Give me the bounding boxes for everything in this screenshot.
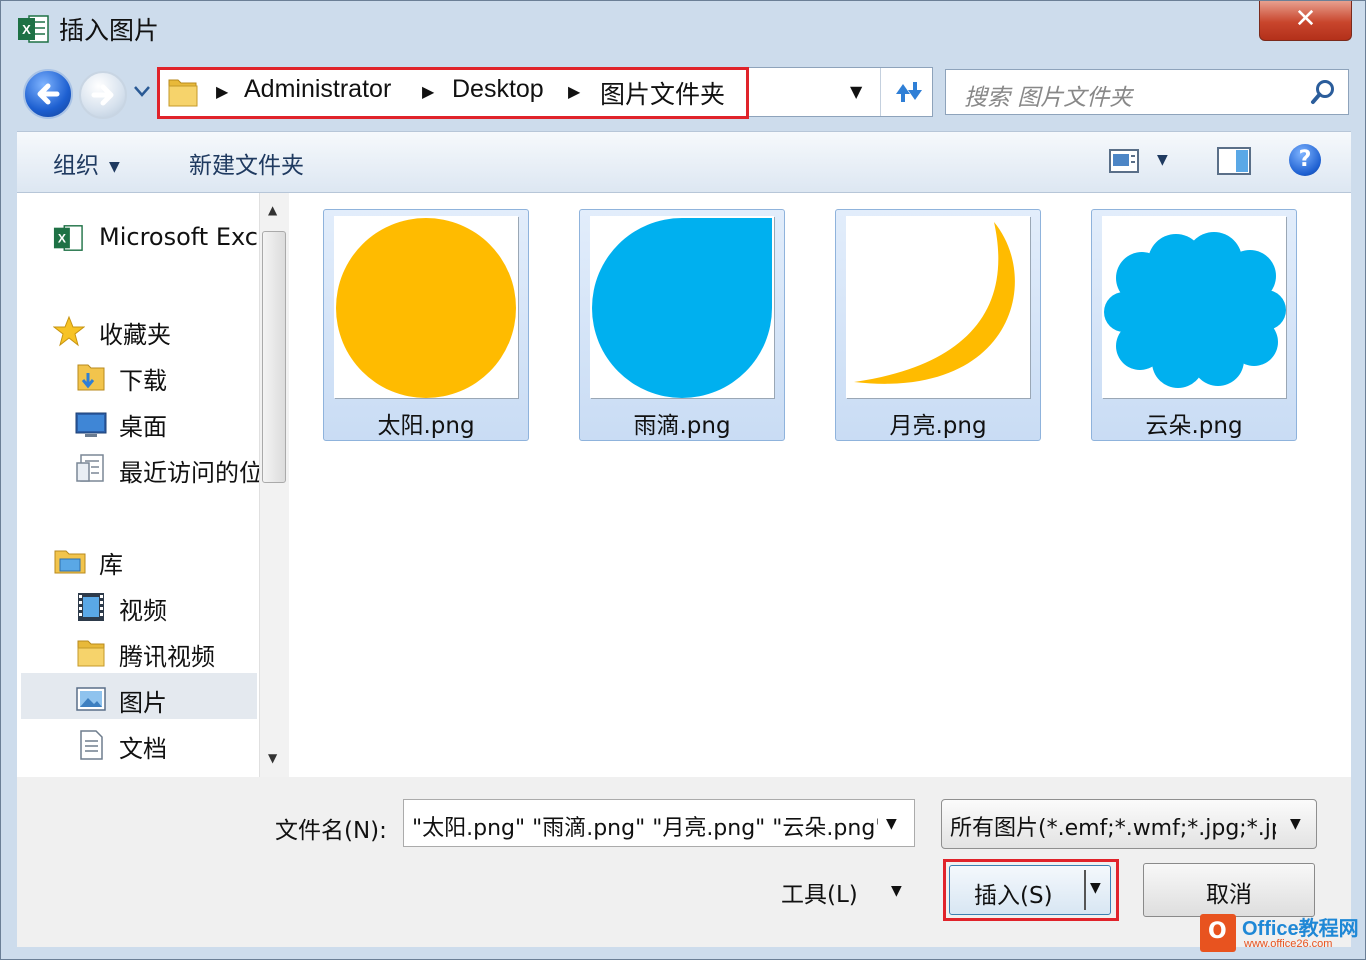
sidebar-item-label: 文档 <box>119 735 167 763</box>
back-button[interactable] <box>23 69 73 119</box>
refresh-icon[interactable] <box>892 78 926 106</box>
chevron-down-icon: ▼ <box>1290 816 1301 832</box>
search-icon[interactable] <box>1310 78 1336 106</box>
title-bar: X 插入图片 ✕ <box>1 1 1366 61</box>
recent-places-icon <box>76 454 104 482</box>
filename-label: 文件名(N): <box>275 818 387 844</box>
window-title: 插入图片 <box>59 16 160 45</box>
watermark-logo: O Office教程网 www.office26.com <box>1200 910 1366 960</box>
sun-image <box>336 218 516 398</box>
pictures-library-icon <box>76 687 106 711</box>
file-item[interactable]: 云朵.png <box>1091 209 1297 441</box>
sidebar-item-label: 图片 <box>119 689 167 717</box>
watermark-url: www.office26.com <box>1244 938 1333 950</box>
excel-icon: X <box>53 225 83 251</box>
new-folder-button[interactable]: 新建文件夹 <box>189 146 304 180</box>
file-list: 太阳.png 雨滴.png 月亮.png 云朵.png <box>289 193 1351 777</box>
excel-icon: X <box>18 15 49 43</box>
address-divider <box>880 68 881 116</box>
organize-label: 组织 <box>53 153 99 179</box>
video-library-icon <box>78 593 104 621</box>
recent-locations-dropdown-icon[interactable] <box>133 85 151 97</box>
file-thumbnail <box>846 216 1030 398</box>
file-item[interactable]: 太阳.png <box>323 209 529 441</box>
sidebar-item-label: 桌面 <box>119 413 167 441</box>
address-highlight-box <box>157 67 749 119</box>
file-name: 雨滴.png <box>633 413 731 439</box>
sidebar-item-label: 下载 <box>119 367 167 395</box>
search-placeholder: 搜索 图片文件夹 <box>964 85 1133 111</box>
sidebar-item-label: Microsoft Exc <box>99 223 258 251</box>
file-name: 月亮.png <box>889 413 987 439</box>
cancel-label: 取消 <box>1206 882 1252 908</box>
file-thumbnail <box>590 216 774 398</box>
documents-library-icon <box>80 730 103 760</box>
sidebar-item-desktop[interactable]: 桌面 <box>75 401 259 445</box>
star-icon <box>53 315 85 347</box>
sidebar-item-label: 收藏夹 <box>99 321 171 349</box>
forward-button[interactable] <box>79 71 127 119</box>
navigation-scrollbar[interactable]: ▲ ▼ <box>259 193 289 777</box>
search-input[interactable]: 搜索 图片文件夹 <box>945 69 1349 115</box>
help-button[interactable]: ? <box>1289 144 1321 176</box>
file-type-select[interactable]: 所有图片(*.emf;*.wmf;*.jpg;*.jpeg;*.png) ▼ <box>941 799 1317 849</box>
command-toolbar: 组织 ▼ 新建文件夹 ▼ ? <box>17 131 1351 193</box>
back-arrow-icon <box>37 83 60 105</box>
file-thumbnail <box>1102 216 1286 398</box>
chevron-down-icon[interactable]: ▼ <box>886 816 897 832</box>
sidebar-item-label: 视频 <box>119 597 167 625</box>
sidebar-item-documents[interactable]: 文档 <box>75 723 259 767</box>
raindrop-image <box>592 218 772 398</box>
insert-picture-dialog: X 插入图片 ✕ ▶ Administrator ▶ Desktop ▶ 图片文… <box>0 0 1366 960</box>
folder-icon <box>77 640 105 667</box>
library-icon <box>54 550 86 574</box>
svg-text:X: X <box>58 232 67 246</box>
address-history-dropdown-icon[interactable]: ▼ <box>850 82 862 101</box>
sidebar-item-pictures[interactable]: 图片 <box>75 677 255 721</box>
file-type-value: 所有图片(*.emf;*.wmf;*.jpg;*.jpeg;*.png) <box>950 816 1276 841</box>
watermark-brand: Office教程网 <box>1242 918 1359 940</box>
file-item[interactable]: 雨滴.png <box>579 209 785 441</box>
moon-image <box>854 222 1015 384</box>
scroll-down-icon[interactable]: ▼ <box>268 751 277 765</box>
sidebar-item-label: 腾讯视频 <box>119 643 215 671</box>
chevron-down-icon: ▼ <box>109 158 120 175</box>
organize-menu-button[interactable]: 组织 ▼ <box>53 146 120 180</box>
cloud-image <box>1104 232 1286 388</box>
forward-arrow-icon <box>91 84 114 106</box>
scroll-thumb[interactable] <box>262 231 286 483</box>
svg-text:X: X <box>22 22 31 37</box>
sidebar-item-tencent-video[interactable]: 腾讯视频 <box>75 631 259 675</box>
view-options-dropdown-icon[interactable]: ▼ <box>1157 152 1168 168</box>
sidebar-item-label: 库 <box>99 551 123 579</box>
sidebar-item-videos[interactable]: 视频 <box>75 585 259 629</box>
file-name: 太阳.png <box>377 413 475 439</box>
insert-highlight-box <box>943 859 1119 921</box>
sidebar-item-label: 最近访问的位 <box>119 459 259 487</box>
close-icon: ✕ <box>1294 4 1317 34</box>
chevron-down-icon[interactable]: ▼ <box>891 883 902 899</box>
cancel-button[interactable]: 取消 <box>1143 863 1315 917</box>
sidebar-item-libraries[interactable]: 库 <box>53 539 259 583</box>
filename-value: "太阳.png" "雨滴.png" "月亮.png" "云朵.png" <box>412 816 878 841</box>
sidebar-item-favorites[interactable]: 收藏夹 <box>53 309 259 353</box>
tools-menu-button[interactable]: 工具(L) <box>781 875 858 909</box>
filename-field[interactable]: "太阳.png" "雨滴.png" "月亮.png" "云朵.png" ▼ <box>403 799 915 847</box>
close-button[interactable]: ✕ <box>1259 1 1352 41</box>
preview-pane-icon[interactable] <box>1217 146 1251 176</box>
office-logo-icon: O <box>1200 914 1236 952</box>
dialog-footer: 文件名(N): "太阳.png" "雨滴.png" "月亮.png" "云朵.p… <box>17 777 1351 947</box>
file-item[interactable]: 月亮.png <box>835 209 1041 441</box>
change-view-icon[interactable] <box>1109 148 1139 174</box>
file-thumbnail <box>334 216 518 398</box>
file-name: 云朵.png <box>1145 413 1243 439</box>
downloads-folder-icon <box>77 364 105 391</box>
sidebar-item-downloads[interactable]: 下载 <box>75 355 259 399</box>
sidebar-item-recent-places[interactable]: 最近访问的位 <box>75 447 259 491</box>
desktop-icon <box>75 412 107 437</box>
navigation-pane: X Microsoft Exc 收藏夹 下载 桌面 最近访问的位 库 视频 腾讯… <box>17 193 259 777</box>
scroll-up-icon[interactable]: ▲ <box>268 203 277 217</box>
sidebar-item-excel[interactable]: X Microsoft Exc <box>53 217 259 261</box>
